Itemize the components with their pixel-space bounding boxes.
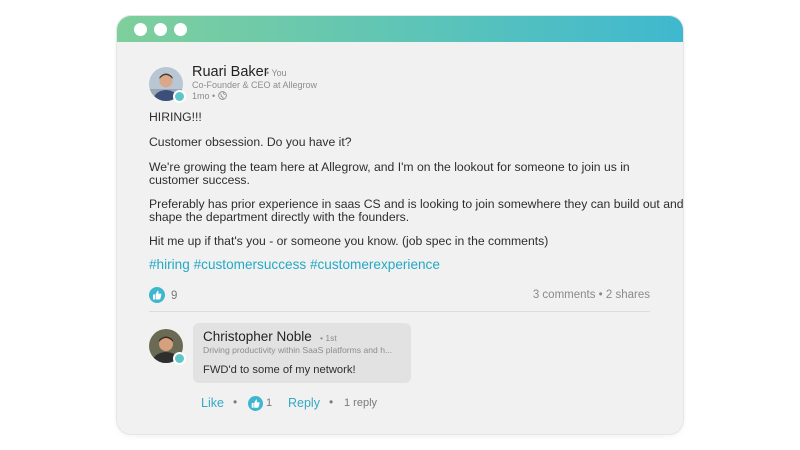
thumbs-up-icon[interactable]: [149, 287, 165, 303]
comment-like-button[interactable]: Like: [201, 396, 224, 410]
comment-reply-button[interactable]: Reply: [288, 396, 320, 410]
post-text-line: Preferably has prior experience in saas …: [149, 197, 684, 211]
author-headline: Co-Founder & CEO at Allegrow: [192, 80, 318, 90]
thumbs-up-icon[interactable]: [248, 396, 263, 411]
post-text-line: HIRING!!!: [149, 110, 202, 124]
post-stats[interactable]: 3 comments • 2 shares: [533, 289, 650, 301]
likes-count[interactable]: 9: [171, 290, 177, 302]
hashtag-list: #hiring #customersuccess #customerexperi…: [149, 257, 440, 272]
connection-degree: • 1st: [320, 333, 337, 343]
hashtag-link[interactable]: #hiring: [149, 257, 190, 272]
hashtag-link[interactable]: #customersuccess: [194, 257, 307, 272]
window-dot-icon[interactable]: [154, 23, 167, 36]
divider: [149, 311, 650, 312]
post-text-line: We're growing the team here at Allegrow,…: [149, 160, 630, 174]
window-titlebar: [117, 16, 683, 42]
online-status-icon: [173, 90, 186, 103]
comment-text: FWD'd to some of my network!: [203, 364, 356, 376]
author-name[interactable]: Ruari Baker: [192, 64, 269, 80]
online-status-icon: [173, 352, 186, 365]
commenter-headline: Driving productivity within SaaS platfor…: [203, 345, 393, 355]
separator-dot: •: [233, 395, 238, 409]
post-text-line: Hit me up if that's you - or someone you…: [149, 234, 549, 248]
post-text-line: Customer obsession. Do you have it?: [149, 135, 352, 149]
window-dot-icon[interactable]: [174, 23, 187, 36]
post-time: 1mo •: [192, 91, 216, 101]
post-text-line: customer success.: [149, 173, 250, 187]
commenter-name[interactable]: Christopher Noble: [203, 329, 312, 344]
globe-icon: [218, 91, 227, 100]
window-dot-icon[interactable]: [134, 23, 147, 36]
hashtag-link[interactable]: #customerexperience: [310, 257, 440, 272]
author-badge: • You: [266, 68, 287, 78]
post-text-line: shape the department directly with the f…: [149, 210, 410, 224]
replies-count[interactable]: 1 reply: [344, 397, 377, 409]
separator-dot: •: [329, 395, 334, 409]
comment-likes-count[interactable]: 1: [266, 397, 272, 409]
